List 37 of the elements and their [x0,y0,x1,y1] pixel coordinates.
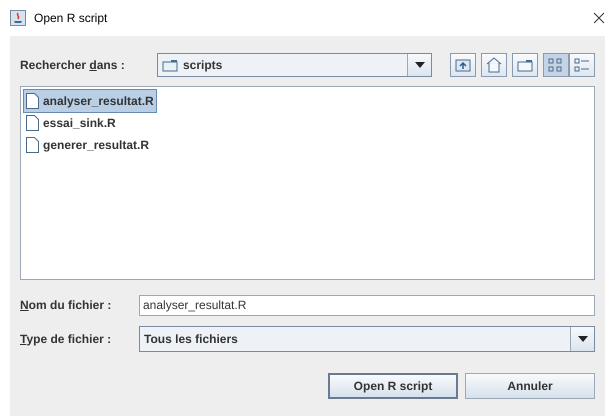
java-icon [10,10,26,26]
caret-icon [578,336,588,342]
details-view-icon [574,58,590,72]
details-view-button[interactable] [569,53,595,77]
file-name: generer_resultat.R [43,137,150,154]
file-item[interactable]: analyser_resultat.R [24,90,156,112]
dropdown-button[interactable] [407,54,431,76]
file-name-label: Nom du fichier : [20,298,112,312]
look-in-dropdown[interactable]: scripts [157,53,432,77]
cancel-button[interactable]: Annuler [465,373,595,399]
look-in-value: scripts [183,57,224,74]
folder-icon [517,58,533,72]
up-button[interactable] [450,53,476,77]
file-item[interactable]: generer_resultat.R [24,134,152,156]
file-type-dropdown[interactable]: Tous les fichiers [139,326,595,352]
file-icon [26,137,39,153]
caret-icon [414,62,424,68]
dropdown-button[interactable] [570,327,594,351]
new-folder-button[interactable] [512,53,538,77]
file-icon [26,93,39,109]
close-icon[interactable] [593,12,605,24]
home-button[interactable] [481,53,507,77]
file-icon [26,115,39,131]
open-button[interactable]: Open R script [328,373,458,399]
file-name: essai_sink.R [43,115,116,132]
file-name-field[interactable]: analyser_resultat.R [139,294,595,316]
file-name: analyser_resultat.R [43,93,154,110]
folder-up-icon [455,58,471,72]
file-item[interactable]: essai_sink.R [24,112,118,134]
list-view-button[interactable] [543,53,569,77]
look-in-label: Rechercher dans : [20,58,125,72]
file-type-label: Type de fichier : [20,332,112,346]
window-title: Open R script [34,10,108,27]
home-icon [486,57,502,73]
folder-icon [162,58,178,72]
list-view-icon [548,58,564,72]
file-type-value: Tous les fichiers [144,331,239,348]
